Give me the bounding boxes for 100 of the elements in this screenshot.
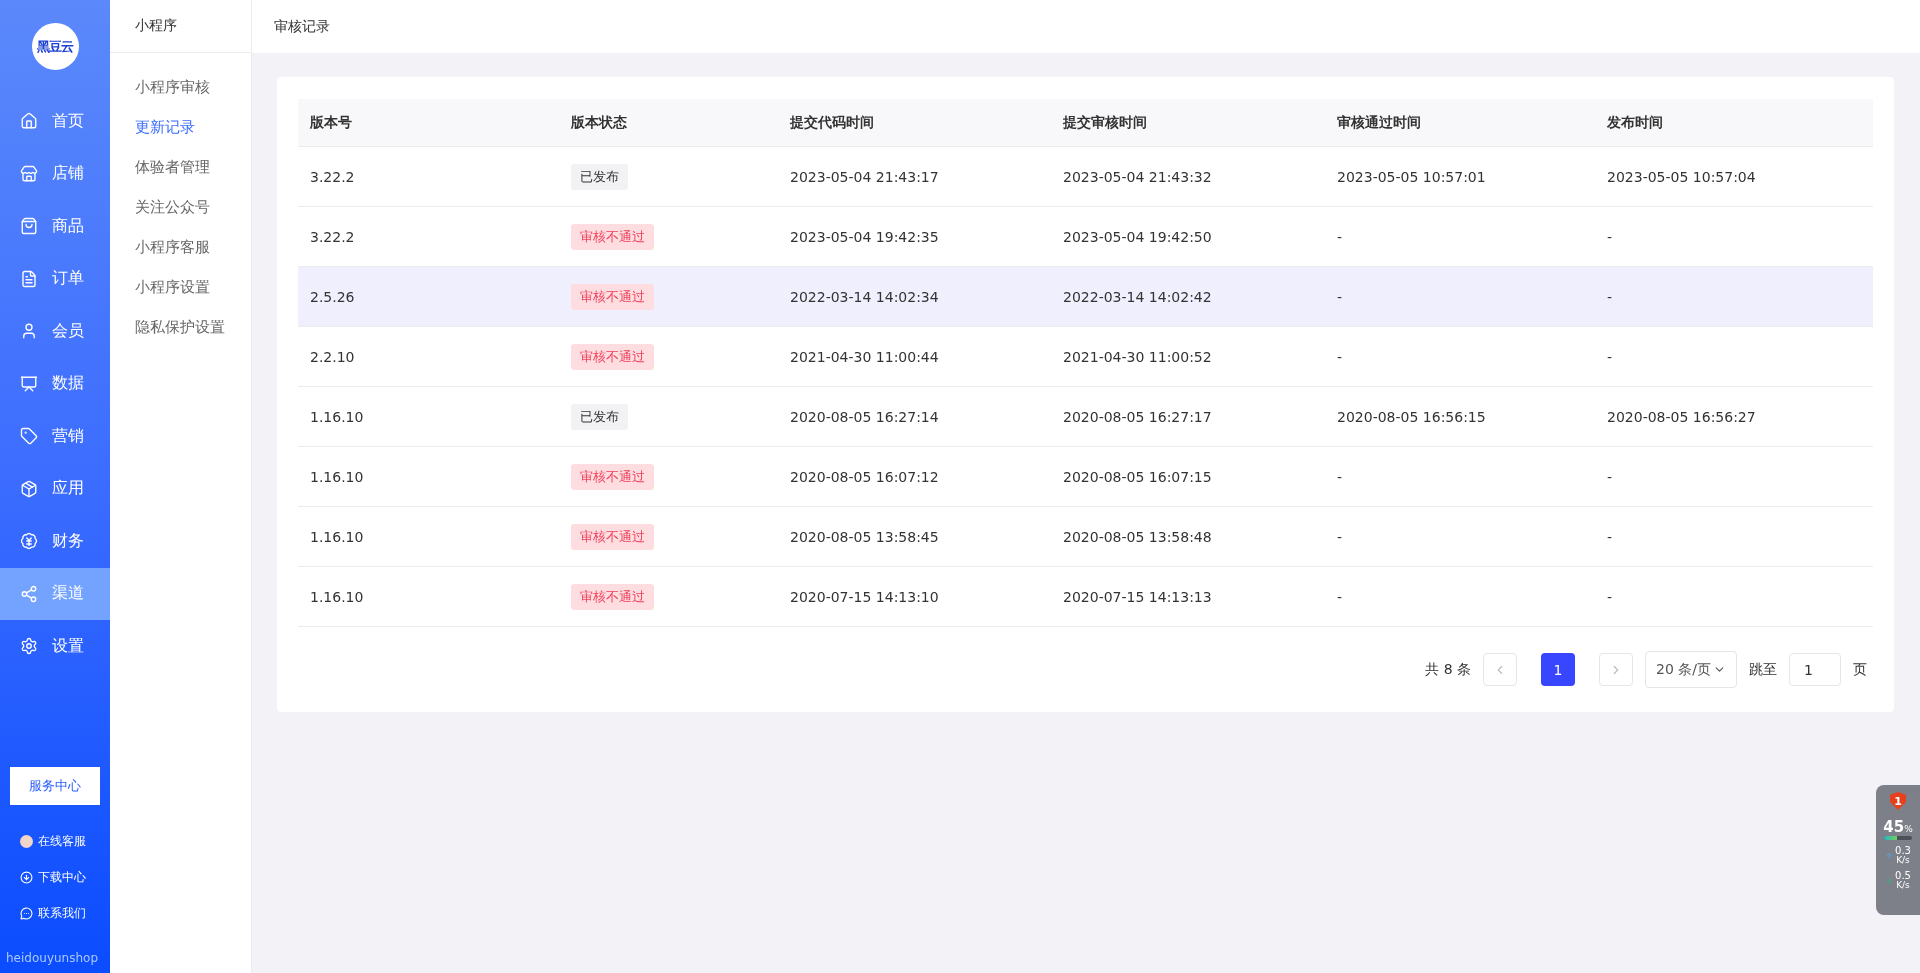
download-icon (20, 870, 33, 884)
submenu-item[interactable]: 关注公众号 (110, 187, 251, 227)
status-tag: 审核不通过 (571, 523, 654, 550)
table-cell-text: 1.16.10 (309, 587, 365, 607)
status-tag: 审核不通过 (571, 223, 654, 250)
table-cell-text: 2020-08-05 13:58:48 (1062, 527, 1213, 547)
speed-unit: K/s (1896, 856, 1910, 865)
nav-label: 商品 (52, 215, 84, 237)
table-cell-text: - (1336, 587, 1344, 607)
nav-icon (20, 322, 38, 341)
nav-label: 数据 (52, 373, 84, 395)
sidebar-link[interactable]: 联系我们 (0, 895, 110, 931)
prev-page-button[interactable] (1483, 653, 1517, 686)
table-cell-text: - (1606, 287, 1614, 307)
table-cell-text: 2023-05-04 21:43:32 (1062, 167, 1213, 187)
nav-item[interactable]: 数据 (0, 357, 110, 410)
page-button[interactable]: 1 (1541, 653, 1575, 686)
submenu-item[interactable]: 更新记录 (110, 107, 251, 147)
upload-speed: 0.3 (1895, 846, 1911, 856)
table-cell-text: 2020-08-05 16:07:15 (1062, 467, 1213, 487)
nav-item[interactable]: 店铺 (0, 147, 110, 200)
table-cell-text: - (1336, 467, 1344, 487)
sidebar-link[interactable]: 下载中心 (0, 859, 110, 895)
page-unit: 页 (1853, 660, 1867, 679)
table-cell-text: 2020-08-05 16:07:12 (789, 467, 940, 487)
table-cell-text: 2020-08-05 16:27:17 (1062, 407, 1213, 427)
table-cell-text: 1.16.10 (309, 467, 365, 487)
table-cell-text: 2023-05-04 21:43:17 (789, 167, 940, 187)
nav-item[interactable]: 商品 (0, 200, 110, 253)
column-header: 审核通过时间 (1336, 112, 1422, 132)
column-header: 版本号 (309, 112, 353, 132)
submenu-item[interactable]: 隐私保护设置 (110, 307, 251, 347)
nav-label: 财务 (52, 530, 84, 552)
status-tag: 审核不通过 (571, 583, 654, 610)
table-cell-text: - (1336, 287, 1344, 307)
status-tag: 已发布 (571, 403, 628, 430)
nav-icon (20, 217, 38, 236)
nav-item[interactable]: 财务 (0, 515, 110, 568)
download-speed: 0.5 (1895, 871, 1911, 881)
table-cell-text: 2020-08-05 13:58:45 (789, 527, 940, 547)
submenu-item[interactable]: 体验者管理 (110, 147, 251, 187)
nav-label: 店铺 (52, 163, 84, 185)
shield-badge: 1 (1890, 792, 1906, 810)
page-title: 审核记录 (252, 0, 1920, 53)
nav-item[interactable]: 会员 (0, 305, 110, 358)
table-cell-text: - (1606, 227, 1614, 247)
table-cell-text: - (1336, 227, 1344, 247)
nav-icon (20, 164, 38, 183)
nav-item[interactable]: 营销 (0, 410, 110, 463)
submenu-item[interactable]: 小程序客服 (110, 227, 251, 267)
table-cell-text: 2021-04-30 11:00:44 (789, 347, 940, 367)
table-cell-text: - (1606, 347, 1614, 367)
nav-label: 渠道 (52, 583, 84, 605)
table-cell-text: 2021-04-30 11:00:52 (1062, 347, 1213, 367)
nav-item[interactable]: 订单 (0, 252, 110, 305)
column-header: 发布时间 (1606, 112, 1664, 132)
next-page-button[interactable] (1599, 653, 1633, 686)
table-cell-text: 3.22.2 (309, 167, 356, 187)
status-tag: 已发布 (571, 163, 628, 190)
nav-label: 订单 (52, 268, 84, 290)
table-cell-text: 2022-03-14 14:02:34 (789, 287, 940, 307)
nav-item[interactable]: 设置 (0, 620, 110, 673)
nav-item[interactable]: 首页 (0, 95, 110, 148)
sidebar-link[interactable]: 在线客服 (0, 823, 110, 859)
nav-label: 会员 (52, 320, 84, 342)
table-cell-text: - (1606, 527, 1614, 547)
table-cell-text: 2.5.26 (309, 287, 356, 307)
submenu-item[interactable]: 小程序审核 (110, 67, 251, 107)
table-cell-text: 2020-08-05 16:56:15 (1336, 407, 1487, 427)
avatar-icon (20, 834, 33, 848)
cpu-percent: 45 (1883, 818, 1905, 836)
submenu-item[interactable]: 小程序设置 (110, 267, 251, 307)
total-count: 共 8 条 (1425, 660, 1471, 679)
nav-label: 营销 (52, 425, 84, 447)
logo: 黑豆云 (31, 23, 79, 70)
table-cell-text: 1.16.10 (309, 527, 365, 547)
jump-input[interactable]: 1 (1789, 653, 1841, 686)
table-cell-text: 2020-08-05 16:56:27 (1606, 407, 1757, 427)
nav-label: 首页 (52, 110, 84, 132)
table-cell-text: 2023-05-04 19:42:50 (1062, 227, 1213, 247)
submenu-title: 小程序 (110, 0, 251, 53)
column-header: 提交代码时间 (789, 112, 875, 132)
download-icon (1885, 876, 1894, 885)
service-center-button[interactable]: 服务中心 (10, 767, 100, 805)
nav-icon (20, 584, 38, 603)
table-cell-text: 2020-08-05 16:27:14 (789, 407, 940, 427)
nav-icon (20, 637, 38, 656)
column-header: 版本状态 (570, 112, 628, 132)
nav-item[interactable]: 应用 (0, 462, 110, 515)
system-monitor-widget[interactable]: 1 45% 0.3 K/s 0.5 K/s (1876, 785, 1920, 915)
percent-unit: % (1904, 824, 1913, 834)
table-cell-text: 1.16.10 (309, 407, 365, 427)
nav-icon (20, 479, 38, 498)
nav-icon (20, 269, 38, 288)
table-cell-text: - (1336, 527, 1344, 547)
status-tag: 审核不通过 (571, 283, 654, 310)
table-cell-text: 2.2.10 (309, 347, 356, 367)
nav-icon (20, 374, 38, 393)
page-size-select[interactable]: 20 条/页 (1645, 651, 1737, 688)
table-cell-text: 3.22.2 (309, 227, 356, 247)
